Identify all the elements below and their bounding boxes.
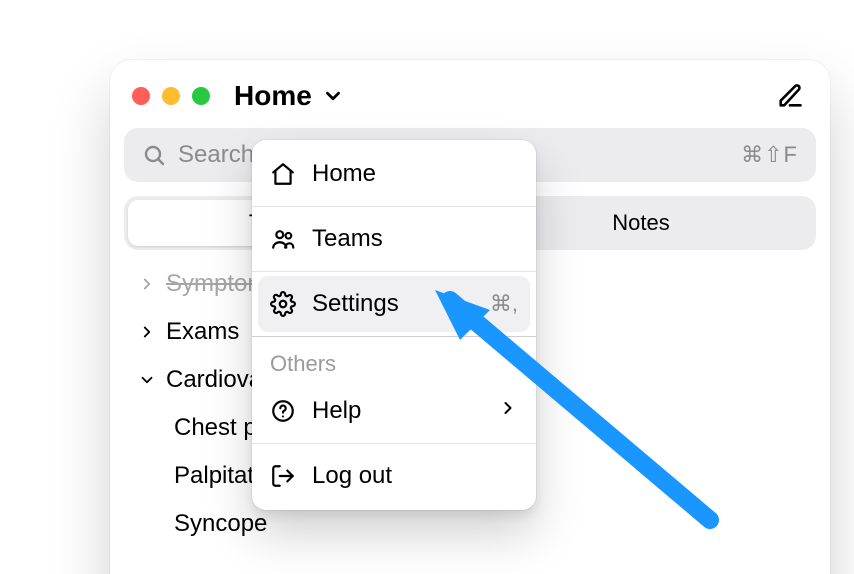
compose-button[interactable] [772, 78, 808, 114]
teams-icon [270, 226, 296, 252]
menu-item-logout[interactable]: Log out [252, 448, 536, 504]
search-icon [142, 143, 166, 167]
chevron-right-icon [138, 275, 156, 293]
menu-item-label: Settings [312, 290, 399, 318]
title-dropdown[interactable]: Home [234, 80, 344, 112]
menu-item-label: Log out [312, 462, 392, 490]
chevron-down-icon [322, 85, 344, 107]
menu-item-label: Home [312, 160, 376, 188]
minimize-window-icon[interactable] [162, 87, 180, 105]
close-window-icon[interactable] [132, 87, 150, 105]
menu-separator [252, 336, 536, 337]
gear-icon [270, 291, 296, 317]
chevron-right-icon [498, 397, 518, 425]
titlebar: Home [110, 60, 830, 128]
menu-item-home[interactable]: Home [252, 146, 536, 202]
fullscreen-window-icon[interactable] [192, 87, 210, 105]
logout-icon [270, 463, 296, 489]
menu-item-settings[interactable]: Settings ⌘, [258, 276, 530, 332]
chevron-right-icon [138, 323, 156, 341]
menu-separator [252, 443, 536, 444]
search-shortcut: ⌘⇧F [741, 142, 798, 168]
window-title: Home [234, 80, 312, 112]
menu-separator [252, 271, 536, 272]
traffic-lights [132, 87, 210, 105]
title-dropdown-menu: Home Teams Settings ⌘, Others Help [252, 140, 536, 510]
tree-label: Exams [166, 318, 239, 346]
compose-icon [776, 82, 804, 110]
chevron-down-icon [138, 371, 156, 389]
menu-item-shortcut: ⌘, [490, 291, 518, 317]
menu-item-label: Help [312, 397, 361, 425]
menu-section-heading: Others [252, 341, 536, 383]
menu-item-label: Teams [312, 225, 383, 253]
help-icon [270, 398, 296, 424]
menu-separator [252, 206, 536, 207]
menu-item-help[interactable]: Help [252, 383, 536, 439]
home-icon [270, 161, 296, 187]
menu-item-teams[interactable]: Teams [252, 211, 536, 267]
